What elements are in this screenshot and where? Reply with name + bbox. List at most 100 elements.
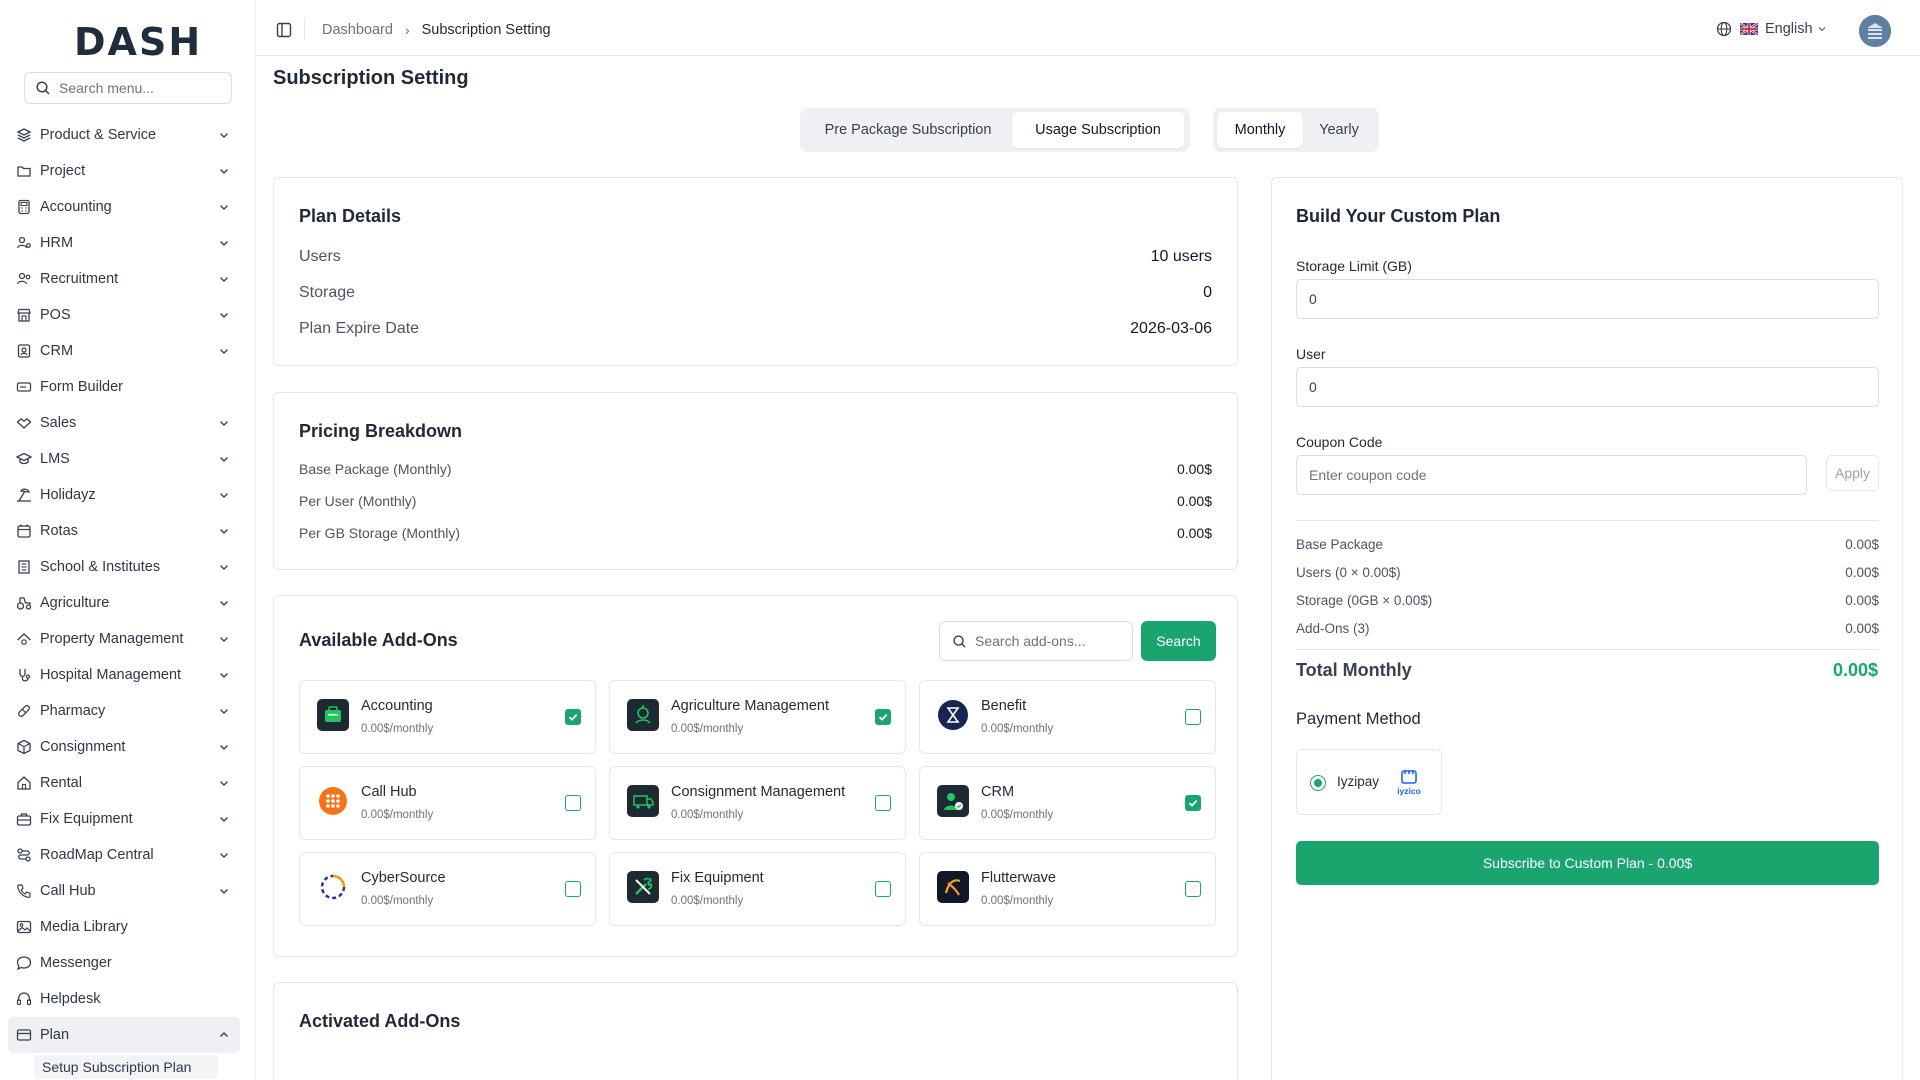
credit-card-icon xyxy=(16,1029,32,1041)
activated-addons-title: Activated Add-Ons xyxy=(299,1011,461,1031)
sidebar-item-label: Messenger xyxy=(40,955,112,971)
tab-monthly[interactable]: Monthly xyxy=(1217,112,1303,148)
addon-card[interactable]: Call Hub 0.00$/monthly xyxy=(299,766,596,840)
addon-card[interactable]: CRM 0.00$/monthly xyxy=(919,766,1216,840)
coupon-input[interactable] xyxy=(1296,455,1807,495)
subscribe-button[interactable]: Subscribe to Custom Plan - 0.00$ xyxy=(1296,841,1879,885)
addon-name: Agriculture Management xyxy=(671,698,829,714)
addon-card[interactable]: Benefit 0.00$/monthly xyxy=(919,680,1216,754)
chevron-down-icon xyxy=(220,781,228,786)
sidebar-item-lms[interactable]: LMS xyxy=(8,441,240,477)
sidebar-item-messenger[interactable]: Messenger xyxy=(8,945,240,981)
addon-checkbox[interactable] xyxy=(565,795,581,811)
user-input[interactable] xyxy=(1296,367,1879,407)
sidebar-item-holidayz[interactable]: Holidayz xyxy=(8,477,240,513)
cybersource-addon-icon xyxy=(317,871,349,903)
sidebar-item-label: POS xyxy=(40,307,71,323)
sidebar-item-sales[interactable]: Sales xyxy=(8,405,240,441)
tab-usage[interactable]: Usage Subscription xyxy=(1012,112,1184,148)
sidebar-item-label: RoadMap Central xyxy=(40,847,154,863)
sidebar-item-helpdesk[interactable]: Helpdesk xyxy=(8,981,240,1017)
divider xyxy=(1296,649,1879,650)
summary-row: Storage (0GB × 0.00$) 0.00$ xyxy=(1296,593,1879,608)
sidebar-item-agriculture[interactable]: Agriculture xyxy=(8,585,240,621)
addon-card[interactable]: Consignment Management 0.00$/monthly xyxy=(609,766,906,840)
sidebar-item-crm[interactable]: CRM xyxy=(8,333,240,369)
addon-search-button[interactable]: Search xyxy=(1141,621,1216,661)
payment-radio[interactable] xyxy=(1310,775,1326,791)
subscription-type-tabs: Pre Package Subscription Usage Subscript… xyxy=(800,108,1190,152)
addon-checkbox[interactable] xyxy=(565,709,581,725)
addon-checkbox[interactable] xyxy=(565,881,581,897)
pricing-row-value: 0.00$ xyxy=(1176,493,1212,509)
sidebar-item-label: Recruitment xyxy=(40,271,119,287)
addon-card[interactable]: Flutterwave 0.00$/monthly xyxy=(919,852,1216,926)
tab-pre-package[interactable]: Pre Package Subscription xyxy=(804,112,1012,148)
sidebar-item-recruitment[interactable]: Recruitment xyxy=(8,261,240,297)
sidebar-item-media-library[interactable]: Media Library xyxy=(8,909,240,945)
payment-option-iyzipay[interactable]: Iyzipay iyzico xyxy=(1296,749,1442,815)
sidebar-item-hospital-management[interactable]: Hospital Management xyxy=(8,657,240,693)
summary-row: Base Package 0.00$ xyxy=(1296,537,1879,552)
addon-card[interactable]: Fix Equipment 0.00$/monthly xyxy=(609,852,906,926)
summary-row: Add-Ons (3) 0.00$ xyxy=(1296,621,1879,636)
plan-details-title: Plan Details xyxy=(299,206,402,226)
sidebar-item-pharmacy[interactable]: Pharmacy xyxy=(8,693,240,729)
addon-search[interactable] xyxy=(939,621,1133,661)
sidebar-item-roadmap-central[interactable]: RoadMap Central xyxy=(8,837,240,873)
sidebar-item-plan[interactable]: Plan xyxy=(8,1017,240,1053)
plan-row-value: 10 users xyxy=(1150,248,1212,265)
addon-price: 0.00$/monthly xyxy=(671,895,744,907)
sidebar-item-call-hub[interactable]: Call Hub xyxy=(8,873,240,909)
addon-checkbox[interactable] xyxy=(875,795,891,811)
sidebar-item-rotas[interactable]: Rotas xyxy=(8,513,240,549)
payment-option-label: Iyzipay xyxy=(1337,774,1380,789)
language-selector[interactable]: English xyxy=(1716,21,1827,37)
store-icon xyxy=(17,308,31,322)
summary-label: Add-Ons (3) xyxy=(1296,621,1370,636)
addon-checkbox[interactable] xyxy=(1185,795,1201,811)
pricing-row-value: 0.00$ xyxy=(1176,461,1212,477)
storage-limit-input[interactable] xyxy=(1296,279,1879,319)
addon-search-input[interactable] xyxy=(975,633,1125,649)
addon-card[interactable]: Accounting 0.00$/monthly xyxy=(299,680,596,754)
message-icon xyxy=(16,956,32,971)
sidebar-item-school-institutes[interactable]: School & Institutes xyxy=(8,549,240,585)
sidebar-item-label: CRM xyxy=(40,343,74,359)
benefit-addon-icon xyxy=(937,699,969,731)
addon-checkbox[interactable] xyxy=(1185,881,1201,897)
sidebar-search-input[interactable] xyxy=(59,80,219,96)
sidebar-item-label: Sales xyxy=(40,415,77,431)
sidebar-item-fix-equipment[interactable]: Fix Equipment xyxy=(8,801,240,837)
calculator-icon xyxy=(18,199,30,215)
addon-checkbox[interactable] xyxy=(875,881,891,897)
sidebar-subitem-setup-subscription-plan[interactable]: Setup Subscription Plan xyxy=(34,1055,218,1079)
sidebar-item-product-service[interactable]: Product & Service xyxy=(8,117,240,153)
addon-card[interactable]: Agriculture Management 0.00$/monthly xyxy=(609,680,906,754)
sidebar-toggle-icon[interactable] xyxy=(276,22,292,38)
tab-yearly[interactable]: Yearly xyxy=(1303,112,1375,148)
sidebar-item-property-management[interactable]: Property Management xyxy=(8,621,240,657)
addon-checkbox[interactable] xyxy=(1185,709,1201,725)
beach-icon xyxy=(17,488,31,502)
plan-row-value: 2026-03-06 xyxy=(1130,320,1212,337)
sidebar-item-pos[interactable]: POS xyxy=(8,297,240,333)
sidebar-search[interactable] xyxy=(24,72,232,104)
sidebar-item-project[interactable]: Project xyxy=(8,153,240,189)
addon-name: CRM xyxy=(981,784,1015,800)
addon-card[interactable]: CyberSource 0.00$/monthly xyxy=(299,852,596,926)
addon-name: Accounting xyxy=(361,698,433,714)
sidebar-item-form-builder[interactable]: Form Builder xyxy=(8,369,240,405)
sidebar-item-rental[interactable]: Rental xyxy=(8,765,240,801)
addon-checkbox[interactable] xyxy=(875,709,891,725)
sidebar-item-consignment[interactable]: Consignment xyxy=(8,729,240,765)
user-avatar[interactable] xyxy=(1859,15,1891,47)
breadcrumb-dashboard[interactable]: Dashboard xyxy=(322,22,393,38)
sidebar-item-hrm[interactable]: HRM xyxy=(8,225,240,261)
summary-row: Users (0 × 0.00$) 0.00$ xyxy=(1296,565,1879,580)
form-icon xyxy=(16,382,32,392)
sidebar-item-accounting[interactable]: Accounting xyxy=(8,189,240,225)
dash-logo[interactable]: DASH xyxy=(74,20,202,64)
summary-value: 0.00$ xyxy=(1845,565,1879,580)
apply-coupon-button[interactable]: Apply xyxy=(1826,455,1879,491)
